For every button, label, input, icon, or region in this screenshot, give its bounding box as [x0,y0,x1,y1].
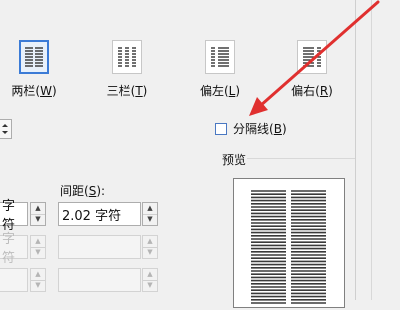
preview-label: 预览 [222,153,247,167]
preset-two-columns-label: 两栏(W) [11,84,57,98]
width-field-row1[interactable]: 字符 [0,199,28,233]
spin-down-icon[interactable]: ▼ [143,246,157,259]
line-between-checkbox[interactable] [215,122,227,135]
spacing-field-row2[interactable] [58,235,141,259]
preview-group-line [247,158,355,159]
width-spinner-row1[interactable]: ▲ ▼ [30,202,46,226]
preview-page [233,178,345,308]
width-spinner-row2[interactable]: ▲ ▼ [30,235,46,259]
two-columns-icon [19,40,49,74]
preset-left-label: 偏左(L) [199,84,241,98]
spacing-label: 间距(S): [60,184,106,198]
width-field-row3[interactable] [0,268,28,292]
spacing-spinner-row1[interactable]: ▲ ▼ [142,202,158,226]
line-between-option[interactable]: 分隔线(B) [215,120,287,137]
spin-up-icon[interactable]: ▲ [143,269,157,280]
spin-down-icon[interactable]: ▼ [31,246,45,259]
spin-up-icon[interactable]: ▲ [31,269,45,280]
left-column-icon [205,40,235,74]
width-spinner-row3[interactable]: ▲ ▼ [30,268,46,292]
spin-up-icon[interactable]: ▲ [143,236,157,247]
preset-right[interactable]: 偏右(R) [284,40,340,99]
columns-dialog: 两栏(W) 三栏(T) 偏左(L) 偏右(R) 分隔线(B) 预览 间距(S):… [0,0,400,308]
preset-right-label: 偏右(R) [291,84,333,98]
spin-down-icon[interactable]: ▼ [143,213,157,226]
dialog-border-outer [371,0,372,300]
preview-columns-graphic [251,190,326,304]
spin-up-icon[interactable]: ▲ [31,203,45,214]
line-between-label: 分隔线(B) [233,122,287,136]
spin-down-icon[interactable]: ▼ [31,213,45,226]
spacing-field-row1[interactable]: 2.02 字符 [58,202,141,226]
dialog-border [355,0,356,300]
spin-up-icon[interactable]: ▲ [31,236,45,247]
preset-three-columns[interactable]: 三栏(T) [99,40,155,99]
spin-up-icon[interactable]: ▲ [143,203,157,214]
preset-three-columns-label: 三栏(T) [106,84,148,98]
spin-down-icon[interactable]: ▼ [31,279,45,292]
preset-two-columns[interactable]: 两栏(W) [6,40,62,99]
three-columns-icon [112,40,142,74]
spin-down-icon[interactable]: ▼ [143,279,157,292]
preset-left[interactable]: 偏左(L) [192,40,248,99]
right-column-icon [297,40,327,74]
column-count-spinner[interactable] [0,119,12,139]
arrow-head-icon [249,97,268,116]
spacing-field-row3[interactable] [58,268,141,292]
width-field-row2[interactable]: 字符 [0,232,28,266]
spacing-spinner-row3[interactable]: ▲ ▼ [142,268,158,292]
spacing-spinner-row2[interactable]: ▲ ▼ [142,235,158,259]
